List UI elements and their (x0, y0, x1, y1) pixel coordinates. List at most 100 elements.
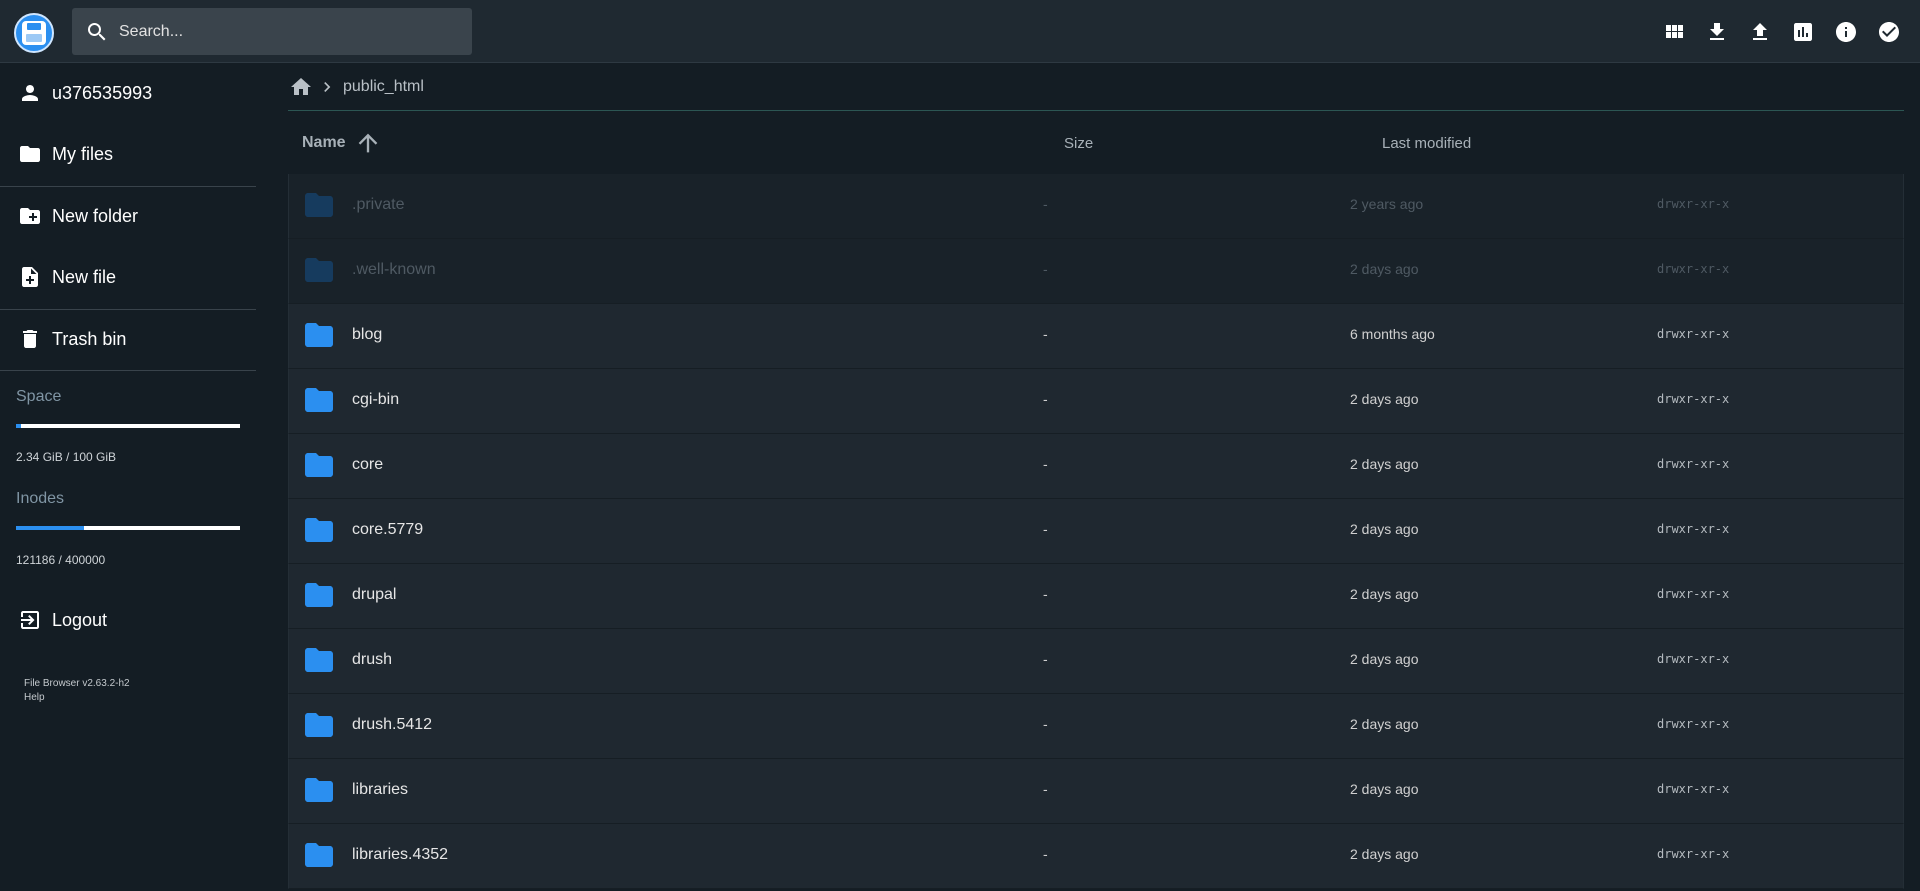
file-name: core (352, 456, 384, 473)
sidebar-item-label: My files (52, 143, 114, 164)
file-modified: 2 days ago (1350, 521, 1419, 537)
file-modified: 2 days ago (1350, 781, 1419, 797)
sort-by-name-button[interactable]: Name (302, 112, 382, 174)
search-input[interactable] (119, 22, 459, 41)
file-permissions: drwxr-xr-x (1657, 327, 1730, 341)
sidebar-item-logout[interactable]: Logout (0, 596, 256, 644)
help-link[interactable]: Help (24, 691, 130, 705)
file-name: blog (352, 326, 383, 343)
breadcrumb: public_html (288, 63, 1904, 111)
file-permissions: drwxr-xr-x (1657, 782, 1730, 796)
info-button[interactable] (1824, 14, 1867, 50)
file-modified: 2 days ago (1350, 586, 1419, 602)
sidebar-item-new-file[interactable]: New file (0, 253, 256, 301)
file-row[interactable]: core - 2 days ago drwxr-xr-x (288, 434, 1904, 499)
file-row[interactable]: cgi-bin - 2 days ago drwxr-xr-x (288, 369, 1904, 434)
filebrowser-logo[interactable] (14, 13, 54, 53)
sidebar-divider (0, 370, 256, 371)
upload-button[interactable] (1738, 14, 1781, 50)
file-permissions: drwxr-xr-x (1657, 652, 1730, 666)
version-text: File Browser v2.63.2-h2 (24, 678, 130, 689)
search-box[interactable] (72, 8, 472, 55)
folder-icon (305, 193, 333, 217)
sidebar-item-label: Trash bin (52, 328, 127, 349)
folder-icon (305, 518, 333, 542)
credits: File Browser v2.63.2-h2 Help (24, 677, 130, 705)
file-permissions: drwxr-xr-x (1657, 587, 1730, 601)
folder-icon (305, 323, 333, 347)
file-size: - (1043, 651, 1048, 667)
home-icon[interactable] (289, 75, 313, 99)
file-size: - (1043, 391, 1048, 407)
file-size: - (1043, 586, 1048, 602)
file-permissions: drwxr-xr-x (1657, 522, 1730, 536)
file-name: libraries (352, 781, 409, 798)
sidebar-item-label: New folder (52, 205, 139, 226)
file-size: - (1043, 846, 1048, 862)
chart-icon (1793, 23, 1812, 41)
size-column-label: Size (1064, 134, 1094, 152)
file-row[interactable]: drush - 2 days ago drwxr-xr-x (288, 629, 1904, 694)
file-modified: 2 days ago (1350, 716, 1419, 732)
folder-icon (305, 713, 333, 737)
file-modified: 2 days ago (1350, 391, 1419, 407)
download-button[interactable] (1695, 14, 1738, 50)
chevron-right-icon (324, 81, 331, 92)
file-name: drush.5412 (352, 716, 433, 733)
folder-icon (20, 146, 40, 162)
breadcrumb-item[interactable]: public_html (343, 78, 424, 96)
sidebar-item-trash-bin[interactable]: Trash bin (0, 315, 256, 363)
folder-icon (305, 778, 333, 802)
inodes-progress-fill (16, 526, 84, 530)
file-modified: 2 days ago (1350, 261, 1419, 277)
upload-icon (1752, 23, 1767, 40)
space-progress-fill (16, 424, 22, 428)
sidebar-item-label: Logout (52, 609, 108, 630)
new-file-icon (22, 267, 38, 287)
switch-view-button[interactable] (1652, 14, 1695, 50)
list-header: Name Size Last modified (288, 112, 1904, 174)
sidebar-item-new-folder[interactable]: New folder (0, 192, 256, 240)
person-icon (22, 85, 38, 101)
file-permissions: drwxr-xr-x (1657, 717, 1730, 731)
file-size: - (1043, 196, 1048, 212)
file-row[interactable]: drush.5412 - 2 days ago drwxr-xr-x (288, 694, 1904, 759)
sidebar-item-user[interactable]: u376535993 (0, 69, 256, 117)
file-name: drupal (352, 586, 397, 603)
folder-icon (305, 258, 333, 282)
sidebar: u376535993 My files New folder New file … (0, 63, 256, 891)
file-row[interactable]: libraries - 2 days ago drwxr-xr-x (288, 759, 1904, 824)
sort-by-modified-button[interactable]: Last modified (1382, 112, 1471, 174)
file-permissions: drwxr-xr-x (1657, 457, 1730, 471)
file-modified: 2 days ago (1350, 456, 1419, 472)
file-permissions: drwxr-xr-x (1657, 197, 1730, 211)
sort-by-size-button[interactable]: Size (1064, 112, 1093, 174)
file-modified: 2 days ago (1350, 651, 1419, 667)
file-row[interactable]: libraries.4352 - 2 days ago drwxr-xr-x (288, 824, 1904, 889)
file-size: - (1043, 781, 1048, 797)
file-row[interactable]: core.5779 - 2 days ago drwxr-xr-x (288, 499, 1904, 564)
file-name: drush (352, 651, 393, 668)
top-bar (0, 0, 1920, 63)
folder-icon (305, 648, 333, 672)
floppy-disk-icon (22, 21, 46, 45)
sidebar-item-my-files[interactable]: My files (0, 130, 256, 178)
grid-view-icon (1665, 25, 1683, 38)
file-name: libraries.4352 (352, 846, 449, 863)
file-row[interactable]: blog - 6 months ago drwxr-xr-x (288, 304, 1904, 369)
file-size: - (1043, 456, 1048, 472)
search-icon (88, 22, 106, 40)
file-row[interactable]: .well-known - 2 days ago drwxr-xr-x (288, 239, 1904, 304)
file-row[interactable]: drupal - 2 days ago drwxr-xr-x (288, 564, 1904, 629)
disk-usage-button[interactable] (1781, 14, 1824, 50)
download-icon (1709, 23, 1724, 40)
file-name: .private (352, 196, 405, 213)
space-usage-text: 2.34 GiB / 100 GiB (16, 450, 117, 464)
file-size: - (1043, 326, 1048, 342)
sidebar-item-label: u376535993 (52, 82, 153, 103)
select-multiple-button[interactable] (1867, 14, 1910, 50)
file-row[interactable]: .private - 2 years ago drwxr-xr-x (288, 174, 1904, 239)
inodes-title: Inodes (16, 490, 65, 507)
file-name: cgi-bin (352, 391, 400, 408)
inodes-usage-text: 121186 / 400000 (16, 553, 106, 567)
